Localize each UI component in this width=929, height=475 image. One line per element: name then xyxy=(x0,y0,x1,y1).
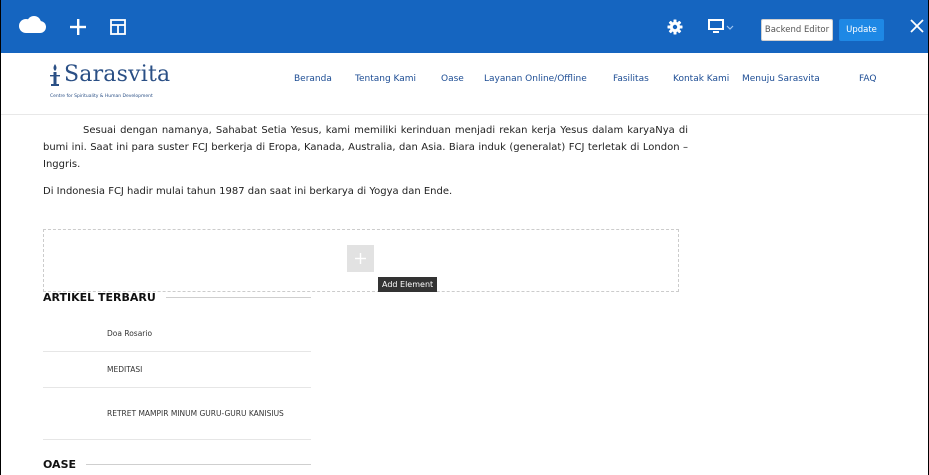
oase-title: OASE xyxy=(43,458,311,471)
editor-toolbar: Backend Editor Update xyxy=(1,0,928,53)
logo-tagline: Centre for Spirituality & Human Developm… xyxy=(50,94,153,99)
layout-icon[interactable] xyxy=(107,16,129,38)
plus-icon xyxy=(355,253,366,264)
list-item[interactable]: MEDITASI xyxy=(43,352,311,388)
intro-paragraph: Sesuai dengan namanya, Sahabat Setia Yes… xyxy=(43,125,688,170)
candle-icon xyxy=(50,64,60,86)
nav-fasilitas[interactable]: Fasilitas xyxy=(613,74,649,84)
post-link[interactable]: Doa Rosario xyxy=(107,329,152,338)
oase-heading: OASE xyxy=(43,458,77,471)
close-icon[interactable] xyxy=(907,16,927,36)
nav-menuju-sarasvita[interactable]: Menuju Sarasvita xyxy=(742,74,820,84)
editor-frame: Backend Editor Update Sarasvita Centre f… xyxy=(0,0,929,475)
heading-divider xyxy=(86,464,311,465)
indonesia-paragraph: Di Indonesia FCJ hadir mulai tahun 1987 … xyxy=(43,186,453,197)
add-element-button[interactable] xyxy=(347,245,374,272)
list-item[interactable]: RETRET MAMPIR MINUM GURU-GURU KANISIUS xyxy=(43,388,311,440)
add-element-tooltip: Add Element xyxy=(378,277,438,292)
recent-articles-heading: ARTIKEL TERBARU xyxy=(43,291,156,304)
recent-articles-title: ARTIKEL TERBARU xyxy=(43,291,311,304)
backend-editor-button[interactable]: Backend Editor xyxy=(761,19,833,41)
monitor-icon[interactable] xyxy=(707,17,735,37)
site-header: Sarasvita Centre for Spirituality & Huma… xyxy=(1,53,928,115)
post-link[interactable]: MEDITASI xyxy=(107,365,142,374)
list-item[interactable]: Doa Rosario xyxy=(43,315,311,352)
recent-articles-list: Doa Rosario MEDITASI RETRET MAMPIR MINUM… xyxy=(43,315,311,440)
main-content: Sesuai dengan namanya, Sahabat Setia Yes… xyxy=(43,122,688,200)
cloud-icon[interactable] xyxy=(15,14,49,38)
update-button[interactable]: Update xyxy=(839,19,884,41)
nav-kontak-kami[interactable]: Kontak Kami xyxy=(673,74,729,84)
nav-oase[interactable]: Oase xyxy=(441,74,464,84)
site-logo[interactable]: Sarasvita Centre for Spirituality & Huma… xyxy=(48,62,171,99)
plus-icon[interactable] xyxy=(67,16,89,38)
logo-name: Sarasvita xyxy=(64,62,171,87)
post-link[interactable]: RETRET MAMPIR MINUM GURU-GURU KANISIUS xyxy=(107,407,284,421)
nav-faq[interactable]: FAQ xyxy=(859,74,876,84)
heading-divider xyxy=(165,297,311,298)
nav-tentang-kami[interactable]: Tentang Kami xyxy=(355,74,416,84)
nav-layanan[interactable]: Layanan Online/Offline xyxy=(484,74,587,84)
gear-icon[interactable] xyxy=(665,17,685,37)
nav-beranda[interactable]: Beranda xyxy=(294,74,332,84)
